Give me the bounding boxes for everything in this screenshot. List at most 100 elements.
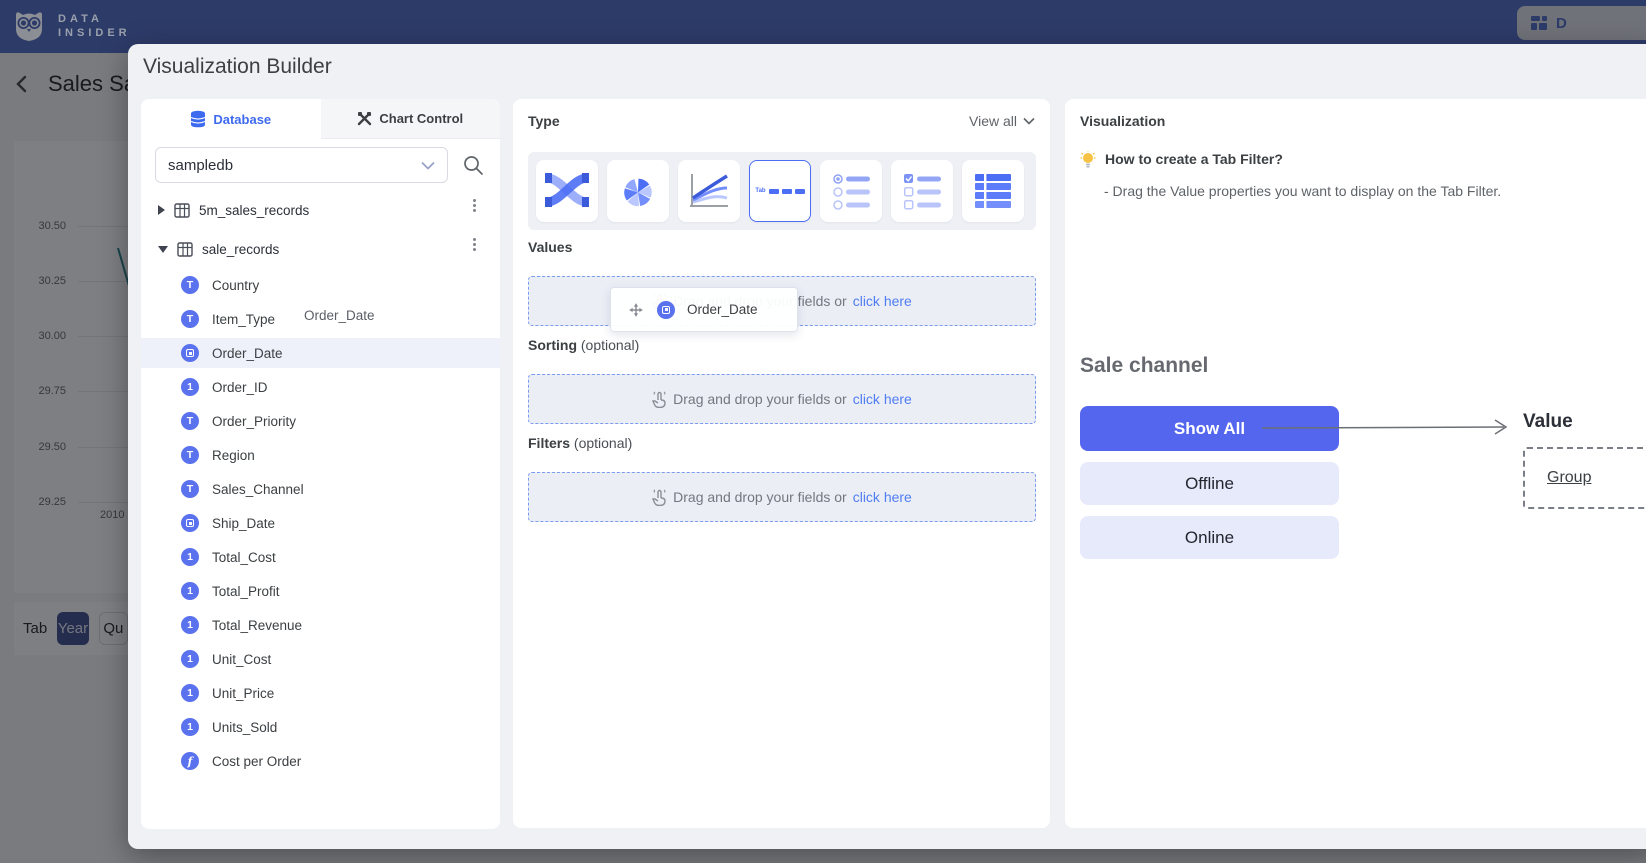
number-type-icon: 1 [181, 650, 199, 668]
database-icon [190, 110, 206, 128]
database-select[interactable]: sampledb [155, 147, 448, 183]
tree-table-5m-sales-records[interactable]: 5m_sales_records [141, 196, 500, 224]
field-order-id[interactable]: 1Order_ID [141, 372, 500, 402]
click-here-link[interactable]: click here [853, 293, 912, 309]
tools-icon [357, 111, 372, 126]
tip-body: - Drag the Value properties you want to … [1104, 183, 1501, 199]
annotation-group-box: Group [1523, 447, 1646, 509]
field-country[interactable]: TCountry [141, 270, 500, 300]
click-here-link[interactable]: click here [853, 489, 912, 505]
field-region[interactable]: TRegion [141, 440, 500, 470]
view-all-dropdown[interactable]: View all [969, 113, 1035, 129]
chart-type-radio-filter[interactable] [820, 160, 882, 222]
dragging-field-card[interactable]: Order_Date [610, 287, 798, 332]
chart-type-list-table[interactable] [962, 160, 1024, 222]
field-ship-date[interactable]: Ship_Date [141, 508, 500, 538]
chart-type-checkbox-filter[interactable] [891, 160, 953, 222]
visualization-section-title: Visualization [1080, 113, 1165, 129]
field-total-profit[interactable]: 1Total_Profit [141, 576, 500, 606]
checkbox-filter-icon [901, 171, 943, 211]
number-type-icon: 1 [181, 718, 199, 736]
radio-filter-icon [830, 171, 872, 211]
dropzone-placeholder: Drag and drop your fields or [673, 489, 847, 505]
dragging-field-name: Order_Date [687, 302, 758, 317]
brand-text: DATA INSIDER [58, 12, 131, 40]
expand-expanded-icon[interactable] [158, 246, 168, 253]
tab-chart-control-label: Chart Control [379, 111, 463, 126]
annotation-group-link[interactable]: Group [1547, 469, 1591, 487]
field-total-cost[interactable]: 1Total_Cost [141, 542, 500, 572]
click-here-link[interactable]: click here [853, 391, 912, 407]
builder-panel: Type View all [513, 99, 1050, 828]
app-logo[interactable]: DATA INSIDER [10, 7, 131, 45]
filters-section-title: Filters (optional) [528, 435, 632, 451]
tab-filter-icon: Tab [755, 188, 804, 194]
field-unit-price[interactable]: 1Unit_Price [141, 678, 500, 708]
number-type-icon: 1 [181, 616, 199, 634]
drag-hand-icon [652, 391, 667, 408]
number-type-icon: 1 [181, 548, 199, 566]
database-select-value: sampledb [168, 157, 233, 174]
sorting-dropzone[interactable]: Drag and drop your fields or click here [528, 374, 1036, 424]
tab-filter-tip: How to create a Tab Filter? [1080, 151, 1283, 169]
dashboard-mode-button[interactable]: D [1517, 6, 1646, 40]
search-button[interactable] [462, 154, 484, 176]
number-type-icon: 1 [181, 378, 199, 396]
tab-database[interactable]: Database [141, 99, 321, 139]
dashboard-button-label: D [1556, 15, 1567, 32]
chart-type-sankey[interactable] [536, 160, 598, 222]
date-type-icon [181, 514, 199, 532]
pie-chart-icon [616, 169, 660, 213]
visualization-panel: Visualization How to create a Tab Filter… [1065, 99, 1646, 828]
table-name: 5m_sales_records [199, 203, 309, 218]
preview-online-button[interactable]: Online [1080, 516, 1339, 559]
text-type-icon: T [181, 276, 199, 294]
drag-source-ghost-label: Order_Date [304, 308, 375, 323]
field-list: TCountry TItem_Type Order_Date 1Order_ID… [141, 270, 500, 780]
annotation-value-label: Value [1523, 411, 1573, 433]
search-icon [462, 154, 484, 176]
tab-database-label: Database [213, 112, 271, 127]
annotation-arrow [1260, 417, 1512, 439]
table-menu-kebab-icon[interactable] [473, 243, 476, 246]
chevron-down-icon [421, 161, 435, 170]
expand-collapsed-icon[interactable] [158, 205, 165, 215]
table-icon [174, 203, 190, 218]
modal-title: Visualization Builder [143, 55, 332, 79]
field-cost-per-order[interactable]: fCost per Order [141, 746, 500, 776]
text-type-icon: T [181, 480, 199, 498]
preview-title: Sale channel [1080, 354, 1208, 378]
drag-hand-icon [652, 489, 667, 506]
visualization-builder-modal: Visualization Builder Database Chart C [128, 44, 1646, 849]
number-type-icon: 1 [181, 582, 199, 600]
values-section-title: Values [528, 239, 572, 255]
field-units-sold[interactable]: 1Units_Sold [141, 712, 500, 742]
chart-type-pie[interactable] [607, 160, 669, 222]
chart-type-tab-filter[interactable]: Tab [749, 160, 811, 222]
field-sales-channel[interactable]: TSales_Channel [141, 474, 500, 504]
table-menu-kebab-icon[interactable] [473, 204, 476, 207]
text-type-icon: T [181, 412, 199, 430]
chevron-down-icon [1023, 117, 1035, 125]
preview-offline-button[interactable]: Offline [1080, 462, 1339, 505]
chart-type-line[interactable] [678, 160, 740, 222]
text-type-icon: T [181, 310, 199, 328]
tip-title: How to create a Tab Filter? [1105, 151, 1283, 169]
line-chart-icon [688, 172, 730, 210]
table-name: sale_records [202, 242, 279, 257]
dropzone-placeholder: Drag and drop your fields or [673, 391, 847, 407]
sankey-chart-icon [545, 172, 589, 210]
chart-type-strip: Tab [528, 152, 1036, 230]
filters-dropzone[interactable]: Drag and drop your fields or click here [528, 472, 1036, 522]
owl-logo-icon [10, 7, 48, 45]
date-type-icon [181, 344, 199, 362]
field-order-priority[interactable]: TOrder_Priority [141, 406, 500, 436]
tab-chart-control[interactable]: Chart Control [321, 99, 501, 139]
field-unit-cost[interactable]: 1Unit_Cost [141, 644, 500, 674]
field-order-date[interactable]: Order_Date [141, 338, 500, 368]
function-type-icon: f [181, 752, 199, 770]
move-icon [627, 301, 645, 319]
field-total-revenue[interactable]: 1Total_Revenue [141, 610, 500, 640]
tree-table-sale-records[interactable]: sale_records [141, 235, 500, 263]
number-type-icon: 1 [181, 684, 199, 702]
